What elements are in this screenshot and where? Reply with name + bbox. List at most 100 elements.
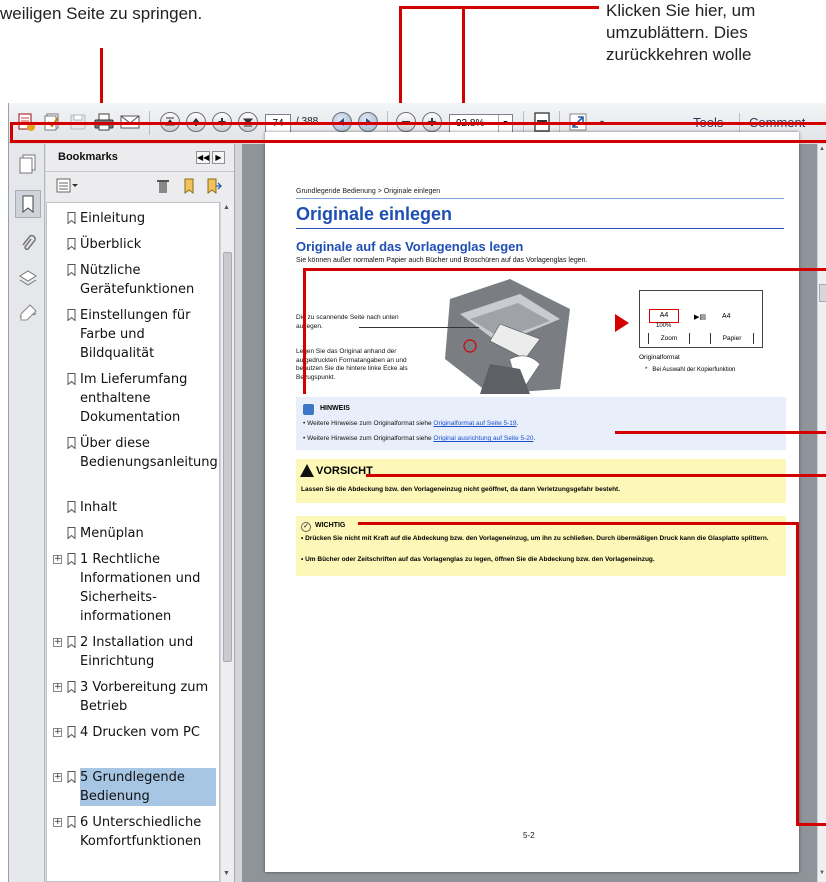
panel-arrow-glyph: ▶▤ — [694, 314, 706, 321]
bookmark-icon — [67, 309, 76, 321]
illustration-pointer-line — [359, 327, 479, 328]
document-scroll-thumb[interactable] — [819, 284, 826, 302]
bookmarks-panel: Bookmarks ◀◀ ▶ Einleitung Überblick Nützli… — [46, 144, 234, 882]
heading-rule — [296, 228, 784, 229]
pdf-page: Grundlegende Bedienung > Originale einle… — [265, 132, 799, 872]
attachments-icon[interactable] — [18, 234, 38, 254]
callout-left-text: weiligen Seite zu springen. — [0, 4, 203, 23]
bookmark-label: Im Lieferumfang enthaltene Dokumentation — [80, 372, 188, 425]
bookmark-item[interactable]: +2 Installation und Einrichtung — [47, 633, 219, 671]
document-viewport[interactable]: Grundlegende Bedienung > Originale einle… — [242, 132, 817, 882]
info-icon — [303, 404, 314, 415]
bookmarks-scrollbar[interactable]: ▲ ▼ — [220, 202, 234, 882]
bookmark-label: Menüplan — [80, 526, 144, 541]
bookmarks-title: Bookmarks — [58, 151, 118, 163]
leader-wichtig-end — [796, 823, 826, 826]
bookmark-icon — [67, 527, 76, 539]
bookmark-item[interactable]: +1 Rechtliche Informationen und Sicherhe… — [47, 550, 219, 626]
scroll-down-icon[interactable]: ▼ — [223, 870, 230, 877]
expand-toggle-icon[interactable]: + — [53, 683, 62, 692]
bookmark-icon — [67, 437, 76, 449]
bookmark-icon — [67, 373, 76, 385]
bookmark-label: 6 Unterschiedliche Komfortfunktionen — [80, 815, 202, 849]
bookmarks-toolbar — [46, 172, 234, 200]
layers-icon[interactable] — [18, 268, 38, 288]
vorsicht-box: VORSICHT Lassen Sie die Abdeckung bzw. d… — [296, 459, 786, 503]
bookmark-item[interactable]: +5 Grundlegende Bedienung — [47, 768, 219, 806]
bookmark-item[interactable]: Überblick — [47, 235, 219, 254]
expand-toggle-icon[interactable]: + — [53, 638, 62, 647]
bookmarks-icon[interactable] — [15, 190, 41, 218]
warning-icon — [300, 464, 314, 477]
section-heading: Originale auf das Vorlagenglas legen — [296, 239, 524, 254]
leader-wichtig-v — [796, 522, 799, 826]
hinweis-link-2[interactable]: Original ausrichtung auf Seite 5-20 — [433, 435, 533, 442]
wichtig-item-1: • Drücken Sie nicht mit Kraft auf die Ab… — [301, 535, 769, 542]
document-scrollbar[interactable]: ▲ ▼ — [817, 144, 826, 882]
callout-leader-right-h — [399, 6, 599, 9]
expand-toggle-icon[interactable]: + — [53, 728, 62, 737]
collapse-panel-icon[interactable]: ◀◀ — [196, 151, 210, 164]
panel-a4-selected: A4 — [649, 309, 679, 323]
bookmark-item[interactable]: Einleitung — [47, 209, 219, 228]
expand-toggle-icon[interactable]: + — [53, 555, 62, 564]
wichtig-item-1-text: Drücken Sie nicht mit Kraft auf die Abde… — [305, 535, 769, 542]
page-breadcrumb: Grundlegende Bedienung > Originale einle… — [296, 188, 441, 195]
panel-note-text: Bei Auswahl der Kopierfunktion — [652, 367, 736, 373]
illustration-note-1: Die zu scannende Seite nach unten aufleg… — [296, 314, 399, 330]
bookmark-item[interactable]: +4 Drucken vom PC — [47, 723, 219, 761]
bookmarks-scroll-thumb[interactable] — [223, 252, 232, 662]
hinweis-link-1[interactable]: Originalformat auf Seite 5-19 — [433, 420, 516, 427]
scroll-up-icon[interactable]: ▲ — [223, 204, 230, 211]
panel-percent: 100% — [656, 323, 672, 329]
callout-right-line-2: umzublättern. Dies — [606, 23, 748, 42]
doc-scroll-down-icon[interactable]: ▼ — [819, 870, 825, 876]
bookmark-item[interactable]: Nützliche Gerätefunktionen — [47, 261, 219, 299]
leader-link2 — [615, 431, 826, 434]
expand-toggle-icon[interactable]: + — [53, 773, 62, 782]
check-icon: ✓ — [301, 522, 311, 532]
new-bookmark-icon[interactable] — [182, 178, 198, 194]
leader-illustration-h — [303, 268, 826, 271]
bookmark-item[interactable]: +3 Vorbereitung zum Betrieb — [47, 678, 219, 716]
bookmark-label: 2 Installation und Einrichtung — [80, 635, 194, 669]
delete-bookmark-icon[interactable] — [156, 178, 172, 194]
hinweis-line-2: • Weitere Hinweise zum Originalformat si… — [303, 435, 536, 442]
page-heading: Originale einlegen — [296, 204, 453, 224]
bookmark-icon — [67, 501, 76, 513]
vorsicht-title: VORSICHT — [316, 465, 373, 477]
bookmark-item[interactable]: +6 Unterschiedliche Komfortfunktionen — [47, 813, 219, 881]
bookmark-icon — [67, 726, 76, 738]
bookmarks-header: Bookmarks ◀◀ ▶ — [46, 144, 234, 172]
original-size-panel: A4 100% ▶▤ A4 Zoom Papier — [639, 290, 763, 348]
panel-zoom-label: Zoom — [648, 333, 690, 344]
panel-menu-icon[interactable]: ▶ — [212, 151, 225, 164]
hinweis-line-1: • Weitere Hinweise zum Originalformat si… — [303, 420, 519, 427]
bookmark-item[interactable]: Im Lieferumfang enthaltene Dokumentation — [47, 370, 219, 427]
bookmark-label: Überblick — [80, 237, 142, 252]
signatures-icon[interactable] — [18, 302, 38, 322]
expand-bookmark-icon[interactable] — [206, 178, 222, 194]
callout-right-line-1: Klicken Sie hier, um — [606, 1, 756, 20]
scanner-illustration — [430, 279, 570, 395]
bookmark-item[interactable]: Menüplan — [47, 524, 219, 543]
bookmark-icon — [67, 553, 76, 565]
expand-toggle-icon[interactable]: + — [53, 818, 62, 827]
bookmark-label: 4 Drucken vom PC — [80, 725, 200, 740]
breadcrumb-rule — [296, 198, 784, 199]
bookmark-label: Über diese Bedienungsanleitung — [80, 436, 218, 470]
bookmark-icon — [67, 771, 76, 783]
vorsicht-text: Lassen Sie die Abdeckung bzw. den Vorlag… — [301, 486, 621, 493]
bookmark-item[interactable]: Über diese Bedienungsanleitung — [47, 434, 219, 491]
bookmark-icon — [67, 212, 76, 224]
wichtig-title: WICHTIG — [315, 522, 346, 529]
panel-a4-target: A4 — [722, 313, 731, 320]
doc-scroll-up-icon[interactable]: ▲ — [819, 146, 825, 152]
leader-illustration-v — [303, 268, 306, 394]
page-thumbnails-icon[interactable] — [18, 154, 38, 174]
bookmark-item[interactable]: Inhalt — [47, 498, 219, 517]
bookmark-item[interactable]: Einstellungen für Farbe und Bildqualität — [47, 306, 219, 363]
panel-splitter[interactable] — [234, 144, 242, 882]
bookmark-options-icon[interactable] — [56, 178, 78, 194]
callout-right-line-3: zurückkehren wolle — [606, 45, 752, 64]
